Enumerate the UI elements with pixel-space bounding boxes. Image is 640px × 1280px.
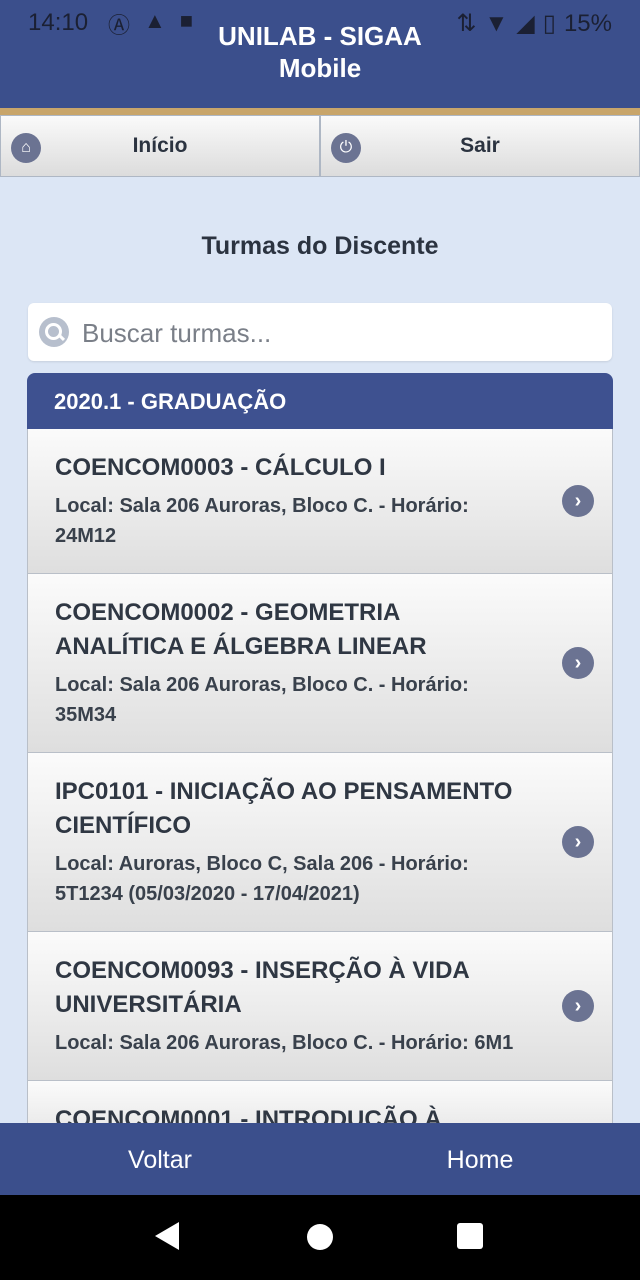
- chevron-right-icon: ›: [562, 990, 594, 1022]
- home-button[interactable]: Home: [320, 1123, 640, 1195]
- system-recents-icon[interactable]: [457, 1223, 483, 1249]
- exit-nav-label: Sair: [460, 134, 500, 157]
- exit-nav-button[interactable]: ⏻ Sair: [320, 115, 640, 177]
- search-icon: [39, 317, 69, 347]
- page-title: Turmas do Discente: [201, 232, 439, 260]
- item-title: COENCOM0093 - INSERÇÃO À VIDA UNIVERSITÁ…: [55, 957, 469, 1018]
- list-group-header: 2020.1 - GRADUAÇÃO: [27, 373, 613, 429]
- item-subtitle: Local: Auroras, Bloco C, Sala 206 - Horá…: [55, 853, 469, 905]
- list-item[interactable]: IPC0101 - INICIAÇÃO AO PENSAMENTO CIENTÍ…: [27, 753, 613, 932]
- list-item[interactable]: COENCOM0093 - INSERÇÃO À VIDA UNIVERSITÁ…: [27, 932, 613, 1081]
- app-title-line1: UNILAB - SIGAA: [218, 21, 422, 51]
- header-accent-strip: [0, 108, 640, 115]
- list-item[interactable]: COENCOM0002 - GEOMETRIA ANALÍTICA E ÁLGE…: [27, 574, 613, 753]
- chevron-right-icon: ›: [562, 826, 594, 858]
- top-navbar: ⌂ Início ⏻ Sair: [0, 115, 640, 179]
- item-title: IPC0101 - INICIAÇÃO AO PENSAMENTO CIENTÍ…: [55, 778, 513, 839]
- back-button[interactable]: Voltar: [0, 1123, 320, 1195]
- search-input[interactable]: [80, 311, 604, 355]
- app-header: 14:10 Ⓐ ▲ ■ ⇅ ▼ ◢ ▯ 15% UNILAB - SIGAA M…: [0, 0, 640, 110]
- item-subtitle: Local: Sala 206 Auroras, Bloco C. - Horá…: [55, 674, 469, 726]
- power-icon: ⏻: [331, 133, 361, 163]
- search-box: [28, 303, 612, 361]
- item-title: COENCOM0003 - CÁLCULO I: [55, 454, 386, 481]
- home-nav-label: Início: [132, 134, 188, 157]
- item-subtitle: Local: Sala 206 Auroras, Bloco C. - Horá…: [55, 495, 469, 547]
- system-nav-bar: [0, 1195, 640, 1280]
- item-title: COENCOM0002 - GEOMETRIA ANALÍTICA E ÁLGE…: [55, 599, 427, 660]
- home-nav-button[interactable]: ⌂ Início: [0, 115, 320, 177]
- class-list: 2020.1 - GRADUAÇÃO COENCOM0003 - CÁLCULO…: [27, 373, 613, 1160]
- app-title: UNILAB - SIGAA Mobile: [0, 20, 640, 84]
- app-title-line2: Mobile: [278, 53, 362, 83]
- chevron-right-icon: ›: [562, 485, 594, 517]
- list-item[interactable]: COENCOM0003 - CÁLCULO I Local: Sala 206 …: [27, 429, 613, 574]
- system-back-icon[interactable]: [155, 1222, 179, 1250]
- system-home-icon[interactable]: [307, 1224, 333, 1250]
- bottom-nav: Voltar Home: [0, 1123, 640, 1195]
- item-subtitle: Local: Sala 206 Auroras, Bloco C. - Horá…: [55, 1032, 514, 1054]
- chevron-right-icon: ›: [562, 647, 594, 679]
- home-icon: ⌂: [11, 133, 41, 163]
